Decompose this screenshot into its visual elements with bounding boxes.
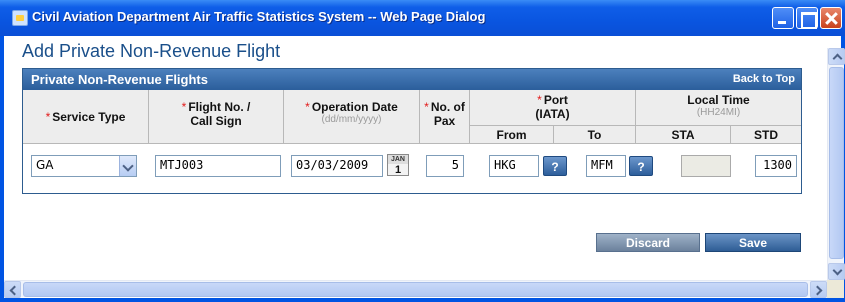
save-button[interactable]: Save xyxy=(705,233,801,252)
maximize-button[interactable] xyxy=(796,7,818,29)
service-type-value: GA xyxy=(36,158,54,172)
std-input[interactable]: 1300 xyxy=(755,155,797,177)
header-operation-date: * Operation Date (dd/mm/yyyy) xyxy=(284,90,420,144)
flight-no-input[interactable]: MTJ003 xyxy=(155,155,281,177)
minimize-button[interactable] xyxy=(772,7,794,29)
from-port-lookup-button[interactable]: ? xyxy=(543,156,567,176)
calendar-icon[interactable]: JAN 1 xyxy=(387,154,409,176)
to-port-lookup-button[interactable]: ? xyxy=(629,156,653,176)
page-title: Add Private Non-Revenue Flight xyxy=(22,41,281,61)
from-port-input[interactable]: HKG xyxy=(489,155,539,177)
window-title: Civil Aviation Department Air Traffic St… xyxy=(32,9,486,24)
scroll-left-icon[interactable] xyxy=(4,281,21,298)
header-service-type: * Service Type xyxy=(23,90,149,144)
scroll-right-icon[interactable] xyxy=(810,281,827,298)
to-port-input[interactable]: MFM xyxy=(586,155,626,177)
header-port: * Port (IATA) xyxy=(470,90,636,126)
title-bar[interactable]: Civil Aviation Department Air Traffic St… xyxy=(0,0,845,36)
header-local-time: Local Time (HH24MI) xyxy=(636,90,801,126)
header-to: To xyxy=(554,126,636,144)
header-std: STD xyxy=(731,126,801,144)
sta-input xyxy=(681,155,731,177)
vertical-scrollbar[interactable] xyxy=(827,48,845,280)
dialog-window: Civil Aviation Department Air Traffic St… xyxy=(0,0,845,302)
horizontal-scroll-thumb[interactable] xyxy=(23,282,808,297)
service-type-select[interactable]: GA xyxy=(31,155,137,177)
back-to-top-link[interactable]: Back to Top xyxy=(733,73,795,85)
header-flight-no: * Flight No. / Call Sign xyxy=(149,90,284,144)
header-sta: STA xyxy=(636,126,731,144)
panel-header: Private Non-Revenue Flights Back to Top xyxy=(23,69,801,90)
close-button[interactable] xyxy=(820,7,842,29)
pax-input[interactable]: 5 xyxy=(426,155,464,177)
scrollbar-corner xyxy=(827,280,844,298)
header-from: From xyxy=(470,126,554,144)
header-pax: * No. of Pax xyxy=(420,90,470,144)
scroll-up-icon[interactable] xyxy=(828,48,845,65)
horizontal-scrollbar[interactable] xyxy=(4,280,827,298)
flights-panel: Private Non-Revenue Flights Back to Top … xyxy=(22,68,802,252)
scroll-down-icon[interactable] xyxy=(828,263,845,280)
app-icon xyxy=(12,10,28,26)
vertical-scroll-thumb[interactable] xyxy=(829,67,844,259)
operation-date-input[interactable]: 03/03/2009 xyxy=(291,155,383,177)
discard-button[interactable]: Discard xyxy=(596,233,700,252)
chevron-down-icon[interactable] xyxy=(119,156,136,176)
panel-title: Private Non-Revenue Flights xyxy=(31,72,208,87)
